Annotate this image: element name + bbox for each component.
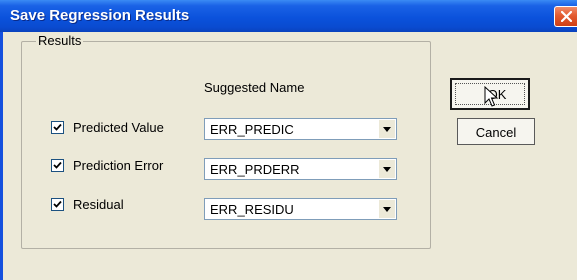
title-bar[interactable]: Save Regression Results <box>0 0 577 32</box>
dropdown-arrow-icon <box>383 207 391 212</box>
predicted-value-combo[interactable]: ERR_PREDIC <box>204 118 397 140</box>
checkmark-icon <box>53 200 62 208</box>
prediction-error-label: Prediction Error <box>73 158 164 173</box>
checkmark-icon <box>53 123 62 131</box>
groupbox-title: Results <box>36 33 84 48</box>
result-row-prediction-error: Prediction Error ERR_PRDERR <box>0 156 577 180</box>
predicted-value-checkbox[interactable] <box>51 121 64 134</box>
prediction-error-combo[interactable]: ERR_PRDERR <box>204 158 397 180</box>
result-row-residual: Residual ERR_RESIDU <box>0 195 577 220</box>
predicted-value-dropdown-button[interactable] <box>378 120 395 138</box>
prediction-error-combo-text: ERR_PRDERR <box>210 162 300 177</box>
cancel-button-label: Cancel <box>475 125 517 140</box>
mouse-cursor-icon <box>484 86 498 107</box>
prediction-error-checkbox[interactable] <box>51 159 64 172</box>
close-icon <box>561 11 572 22</box>
cancel-button[interactable]: Cancel <box>457 118 535 145</box>
residual-combo[interactable]: ERR_RESIDU <box>204 198 397 220</box>
residual-label: Residual <box>73 197 124 212</box>
close-button[interactable] <box>554 6 577 27</box>
checkmark-icon <box>53 161 62 169</box>
dropdown-arrow-icon <box>383 167 391 172</box>
residual-checkbox[interactable] <box>51 198 64 211</box>
residual-combo-text: ERR_RESIDU <box>210 202 294 217</box>
prediction-error-dropdown-button[interactable] <box>378 160 395 178</box>
suggested-name-header: Suggested Name <box>204 80 305 95</box>
residual-dropdown-button[interactable] <box>378 200 395 218</box>
predicted-value-combo-text: ERR_PREDIC <box>210 122 294 137</box>
window-title: Save Regression Results <box>10 7 190 24</box>
dropdown-arrow-icon <box>383 127 391 132</box>
predicted-value-label: Predicted Value <box>73 120 164 135</box>
dialog-window: Save Regression Results Results Suggeste… <box>0 0 577 280</box>
